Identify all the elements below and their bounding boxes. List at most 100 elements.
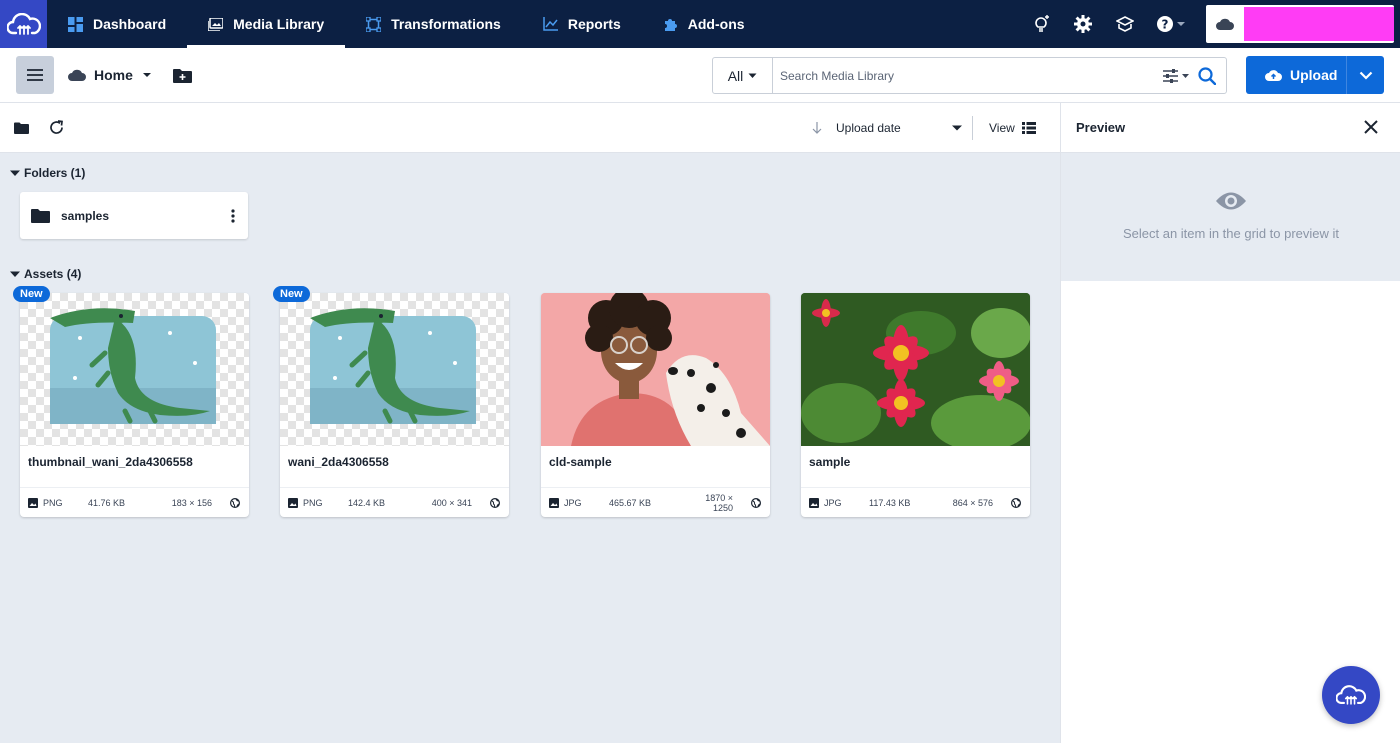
reports-icon (543, 17, 558, 31)
asset-meta: PNG 142.4 KB 400 × 341 (280, 487, 509, 517)
folder-icon (14, 122, 29, 134)
dashboard-icon (68, 16, 83, 32)
graduation-cap-icon (1116, 16, 1134, 32)
grid-toolbar: Upload date View (0, 103, 1060, 153)
settings-button[interactable] (1062, 0, 1104, 48)
asset-dimensions: 183 × 156 (171, 497, 212, 508)
preview-title: Preview (1076, 120, 1126, 135)
library-toolbar: Home All Upload (0, 48, 1400, 103)
top-nav: Dashboard Media Library Transformations … (0, 0, 1400, 48)
asset-dimensions: 1870 × 1250 (705, 492, 733, 513)
search-button[interactable] (1198, 66, 1216, 85)
close-icon (1364, 120, 1378, 134)
assets-section-toggle[interactable]: Assets (4) (10, 267, 81, 281)
new-folder-button[interactable] (172, 68, 192, 83)
refresh-button[interactable] (49, 120, 64, 135)
caret-down-icon (10, 271, 20, 277)
sort-control[interactable]: Upload date (812, 103, 963, 153)
asset-format: JPG (549, 497, 609, 508)
search-tools (1162, 66, 1226, 85)
academy-button[interactable] (1104, 0, 1146, 48)
lightbulb-icon (1035, 15, 1049, 32)
folders-section-toggle[interactable]: Folders (1) (10, 166, 85, 180)
account-switcher[interactable] (1206, 5, 1394, 43)
image-icon (288, 497, 298, 508)
tips-button[interactable] (1020, 0, 1062, 48)
toolbar-divider (972, 116, 973, 140)
caret-down-icon (748, 73, 757, 78)
asset-card[interactable]: cld-sample JPG 465.67 KB 1870 × 1250 (541, 293, 770, 517)
home-breadcrumb-label: Home (94, 67, 133, 83)
new-badge: New (273, 286, 310, 302)
woman-with-dog-photo (541, 293, 770, 446)
asset-format: PNG (28, 497, 88, 508)
nav-transformations[interactable]: Transformations (345, 0, 522, 48)
asset-meta: JPG 117.43 KB 864 × 576 (801, 487, 1030, 517)
folder-more-button[interactable] (218, 208, 248, 223)
help-button[interactable]: ? (1146, 0, 1196, 48)
asset-card[interactable]: thumbnail_wani_2da4306558 PNG 41.76 KB 1… (20, 293, 249, 517)
asset-thumbnail (541, 293, 770, 446)
eye-icon (1216, 192, 1246, 210)
cloud-logo-icon (6, 13, 41, 35)
view-label: View (989, 121, 1015, 135)
upload-button[interactable]: Upload (1246, 56, 1346, 94)
asset-size: 117.43 KB (869, 497, 911, 508)
svg-text:?: ? (1162, 18, 1169, 32)
show-folders-button[interactable] (14, 122, 29, 134)
nav-add-ons[interactable]: Add-ons (642, 0, 766, 48)
hamburger-icon (27, 69, 43, 81)
account-name (1244, 7, 1394, 41)
asset-dimensions: 400 × 341 (431, 497, 472, 508)
cloud-upload-icon (1265, 70, 1282, 81)
search-input[interactable] (773, 58, 1162, 93)
asset-thumbnail (280, 293, 509, 446)
nav-reports-label: Reports (567, 16, 621, 32)
nav-dashboard[interactable]: Dashboard (47, 0, 187, 48)
upload-button-group: Upload (1246, 56, 1384, 94)
search-scope-label: All (727, 67, 744, 84)
asset-size: 41.76 KB (88, 497, 126, 508)
sliders-icon (1163, 68, 1189, 83)
search-scope-dropdown[interactable]: All (713, 58, 773, 93)
upload-options-button[interactable] (1346, 56, 1384, 94)
transformations-icon (366, 16, 382, 32)
asset-card[interactable]: sample JPG 117.43 KB 864 × 576 (801, 293, 1030, 517)
sidebar-toggle-button[interactable] (16, 56, 54, 94)
cloud-icon (1216, 18, 1234, 30)
nav-reports[interactable]: Reports (522, 0, 642, 48)
folder-plus-icon (172, 68, 192, 83)
more-vertical-icon (231, 208, 235, 223)
asset-format-label: PNG (43, 497, 63, 508)
asset-thumbnail (801, 293, 1030, 446)
support-chat-button[interactable] (1322, 666, 1380, 724)
preview-empty-message: Select an item in the grid to preview it (1122, 226, 1340, 241)
asset-name: sample (809, 455, 851, 469)
nav-media-library[interactable]: Media Library (187, 0, 346, 48)
search-bar: All (712, 57, 1227, 94)
globe-icon (490, 497, 500, 508)
upload-button-label: Upload (1290, 67, 1338, 83)
cloudinary-logo[interactable] (0, 0, 47, 48)
preview-close-button[interactable] (1364, 120, 1378, 139)
asset-size: 465.67 KB (609, 497, 652, 508)
nav-add-ons-label: Add-ons (687, 16, 745, 32)
asset-dimensions: 864 × 576 (952, 497, 993, 508)
view-switcher[interactable]: View (989, 103, 1036, 153)
globe-icon (1011, 497, 1021, 508)
asset-format-label: PNG (303, 497, 323, 508)
help-icon: ? (1157, 16, 1185, 32)
chevron-down-icon (1359, 71, 1372, 80)
sort-label: Upload date (836, 121, 901, 135)
asset-name: cld-sample (549, 455, 612, 469)
folder-card[interactable]: samples (20, 192, 248, 239)
caret-down-icon (951, 125, 962, 131)
advanced-search-button[interactable] (1162, 68, 1190, 84)
asset-card[interactable]: wani_2da4306558 PNG 142.4 KB 400 × 341 (280, 293, 509, 517)
flowers-photo (801, 293, 1030, 446)
cloud-logo-icon (1336, 685, 1366, 705)
home-breadcrumb[interactable]: Home (68, 67, 153, 83)
nav-dashboard-label: Dashboard (93, 16, 167, 32)
nav-media-library-label: Media Library (233, 16, 325, 32)
crocodile-illustration (310, 308, 476, 424)
